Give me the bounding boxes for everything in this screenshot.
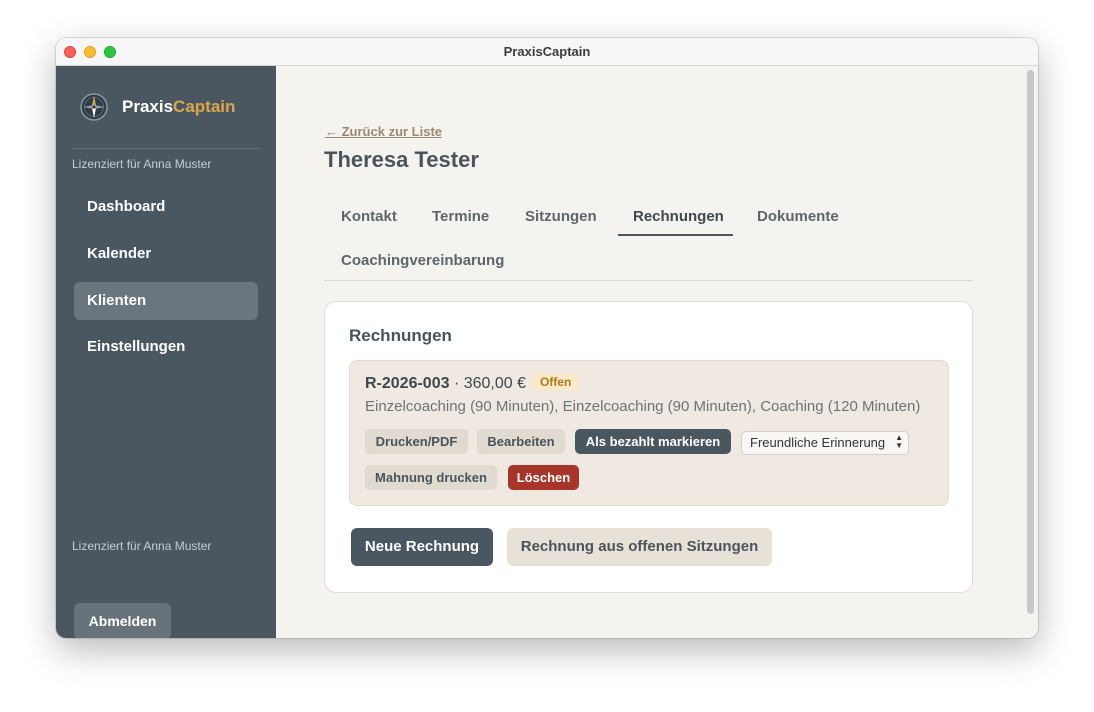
license-info-top: Lizenziert für Anna Muster — [72, 157, 212, 171]
reminder-select-value: Freundliche Erinnerung — [750, 435, 886, 450]
active-tab-indicator — [618, 234, 733, 236]
invoice-separator: · — [449, 375, 464, 392]
status-badge: Offen — [532, 373, 580, 391]
sidebar-item-klienten[interactable]: Klienten — [74, 282, 258, 320]
brand-name-part2: Captain — [173, 97, 236, 116]
tab-termine[interactable]: Termine — [432, 203, 489, 231]
scrollbar[interactable] — [1027, 70, 1034, 614]
mark-paid-button[interactable]: Als bezahlt markieren — [575, 429, 731, 454]
invoice-item: R-2026-003 · 360,00 € Offen Einzelcoachin… — [349, 360, 949, 506]
sidebar-divider — [72, 148, 260, 149]
select-arrows-icon: ▲ ▼ — [895, 433, 903, 450]
edit-invoice-button[interactable]: Bearbeiten — [477, 429, 565, 454]
window-title: PraxisCaptain — [503, 44, 591, 59]
brand: PraxisCaptain — [80, 92, 235, 122]
sidebar-item-kalender[interactable]: Kalender — [74, 235, 258, 273]
logout-button[interactable]: Abmelden — [74, 603, 171, 638]
sidebar-item-einstellungen[interactable]: Einstellungen — [74, 328, 258, 366]
tabs-divider — [324, 280, 973, 281]
brand-name: PraxisCaptain — [122, 97, 235, 117]
sidebar: PraxisCaptain Lizenziert für Anna Muster… — [56, 66, 276, 638]
sidebar-item-dashboard[interactable]: Dashboard — [74, 188, 258, 226]
print-dunning-button[interactable]: Mahnung drucken — [365, 465, 497, 490]
tab-dokumente[interactable]: Dokumente — [757, 203, 839, 231]
invoice-from-sessions-button[interactable]: Rechnung aus offenen Sitzungen — [507, 528, 772, 566]
title-bar: PraxisCaptain — [56, 38, 1038, 66]
invoice-description: Einzelcoaching (90 Minuten), Einzelcoach… — [365, 398, 921, 415]
tab-coachingvereinbarung[interactable]: Coachingvereinbarung — [341, 247, 504, 275]
invoices-card: Rechnungen R-2026-003 · 360,00 € Offen Ei… — [324, 301, 973, 593]
new-invoice-button[interactable]: Neue Rechnung — [351, 528, 493, 566]
license-info-bottom: Lizenziert für Anna Muster — [72, 539, 212, 553]
back-to-list-link[interactable]: ← Zurück zur Liste — [325, 124, 442, 139]
tab-kontakt[interactable]: Kontakt — [341, 203, 397, 231]
invoice-number: R-2026-003 — [365, 375, 450, 392]
main-content: ← Zurück zur Liste Theresa Tester Kontak… — [276, 66, 1038, 638]
invoice-header: R-2026-003 · 360,00 € Offen — [365, 373, 580, 393]
print-pdf-button[interactable]: Drucken/PDF — [365, 429, 468, 454]
page-title: Theresa Tester — [324, 147, 479, 172]
app-window: PraxisCaptain PraxisCaptain Lizenziert f… — [56, 38, 1038, 638]
brand-name-part1: Praxis — [122, 97, 174, 116]
tab-rechnungen[interactable]: Rechnungen — [633, 203, 724, 231]
invoices-section-title: Rechnungen — [349, 326, 452, 345]
tab-sitzungen[interactable]: Sitzungen — [525, 203, 597, 231]
delete-invoice-button[interactable]: Löschen — [508, 465, 579, 490]
compass-logo-icon — [80, 93, 108, 121]
invoice-amount: 360,00 € — [463, 375, 526, 392]
reminder-select[interactable]: Freundliche Erinnerung ▲ ▼ — [741, 431, 909, 455]
